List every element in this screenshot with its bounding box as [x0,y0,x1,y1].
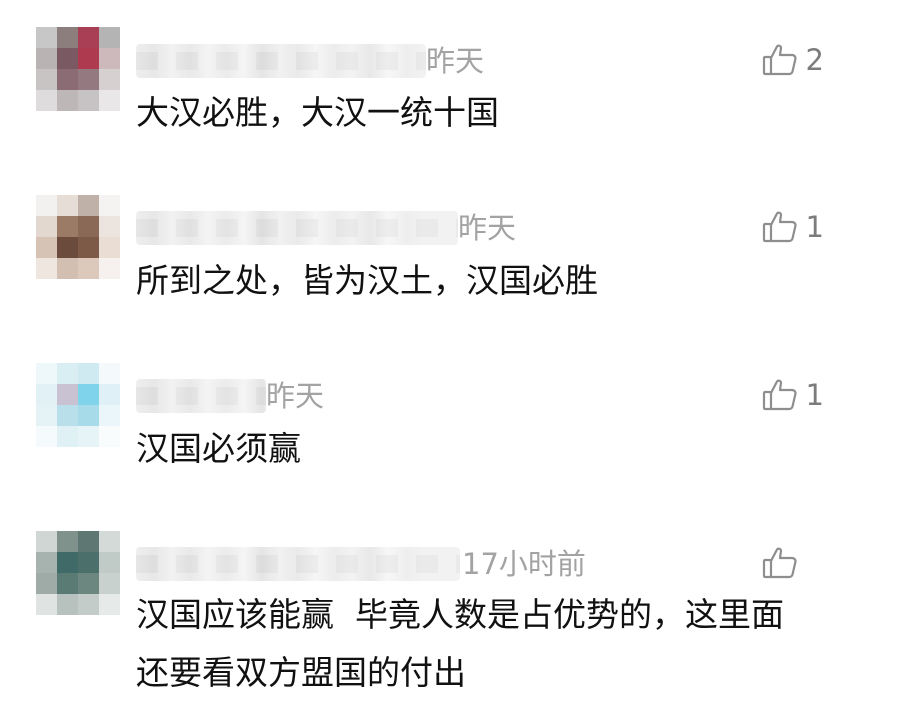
avatar-pixel [99,48,120,69]
avatar-pixel [78,531,99,552]
avatar-pixel [36,405,57,426]
avatar-pixel [78,90,99,111]
avatar-pixel [36,48,57,69]
comment-text: 大汉必胜，大汉一统十国 [136,93,499,132]
avatar-pixel [57,237,78,258]
username-blurred[interactable] [136,211,458,245]
avatar-pixel [78,27,99,48]
avatar-pixel [99,27,120,48]
avatar-pixel [57,363,78,384]
avatar-pixel [78,552,99,573]
comment-time: 昨天 [266,379,325,413]
avatar-pixel [36,90,57,111]
avatar-pixel [78,195,99,216]
avatar-pixel [99,258,120,279]
avatar[interactable] [36,195,120,279]
avatar-pixel [99,531,120,552]
avatar-pixel [99,426,120,447]
avatar-pixel [36,195,57,216]
like-button[interactable]: 2 [762,42,824,78]
thumbs-up-icon [762,378,798,412]
comment-text: 汉国应该能赢 毕竟人数是占优势的，这里面 还要看双方盟国的付出 [136,595,784,692]
avatar-pixel [78,216,99,237]
avatar-pixel [78,405,99,426]
avatar-pixel [57,531,78,552]
avatar-pixel [57,27,78,48]
comment-text: 所到之处，皆为汉土，汉国必胜 [136,261,598,300]
avatar-pixel [57,90,78,111]
avatar-pixel [57,384,78,405]
avatar-pixel [57,216,78,237]
avatar-pixel [99,552,120,573]
avatar-pixel [36,384,57,405]
avatar-pixel [57,594,78,615]
avatar[interactable] [36,531,120,615]
avatar-pixel [57,573,78,594]
avatar-pixel [99,363,120,384]
avatar-pixel [99,594,120,615]
avatar-pixel [78,363,99,384]
avatar-pixel [78,384,99,405]
like-count: 1 [805,210,824,244]
avatar-pixel [57,552,78,573]
avatar-pixel [36,27,57,48]
like-button[interactable]: 1 [762,377,824,413]
avatar-pixel [57,69,78,90]
comment-text: 汉国必须赢 [136,429,301,468]
like-count: 2 [805,43,824,77]
avatar-pixel [36,426,57,447]
avatar-pixel [99,573,120,594]
like-button[interactable] [762,545,824,581]
avatar-pixel [78,258,99,279]
username-blurred[interactable] [136,547,460,581]
username-blurred[interactable] [136,44,426,78]
thumbs-up-icon [762,210,798,244]
thumbs-up-icon [762,43,798,77]
avatar-pixel [36,573,57,594]
comment-time: 17小时前 [462,547,586,581]
avatar-pixel [36,594,57,615]
avatar-pixel [78,573,99,594]
username-blurred[interactable] [136,379,266,413]
avatar-pixel [99,195,120,216]
thumbs-up-icon [762,546,798,580]
avatar-pixel [78,594,99,615]
avatar-pixel [99,90,120,111]
like-button[interactable]: 1 [762,209,824,245]
avatar[interactable] [36,363,120,447]
avatar-pixel [36,216,57,237]
comment-time: 昨天 [426,44,485,78]
avatar-pixel [57,48,78,69]
avatar-pixel [99,216,120,237]
avatar-pixel [57,258,78,279]
avatar-pixel [57,195,78,216]
avatar-pixel [78,426,99,447]
avatar-pixel [57,405,78,426]
comment-time: 昨天 [458,211,517,245]
avatar-pixel [78,69,99,90]
avatar-pixel [36,258,57,279]
avatar-pixel [36,552,57,573]
avatar-pixel [99,405,120,426]
avatar-pixel [99,237,120,258]
avatar-pixel [36,363,57,384]
avatar-pixel [78,237,99,258]
avatar-pixel [99,384,120,405]
like-count: 1 [805,378,824,412]
avatar-pixel [36,69,57,90]
avatar-pixel [36,531,57,552]
avatar-pixel [57,426,78,447]
avatar[interactable] [36,27,120,111]
avatar-pixel [78,48,99,69]
avatar-pixel [99,69,120,90]
avatar-pixel [36,237,57,258]
